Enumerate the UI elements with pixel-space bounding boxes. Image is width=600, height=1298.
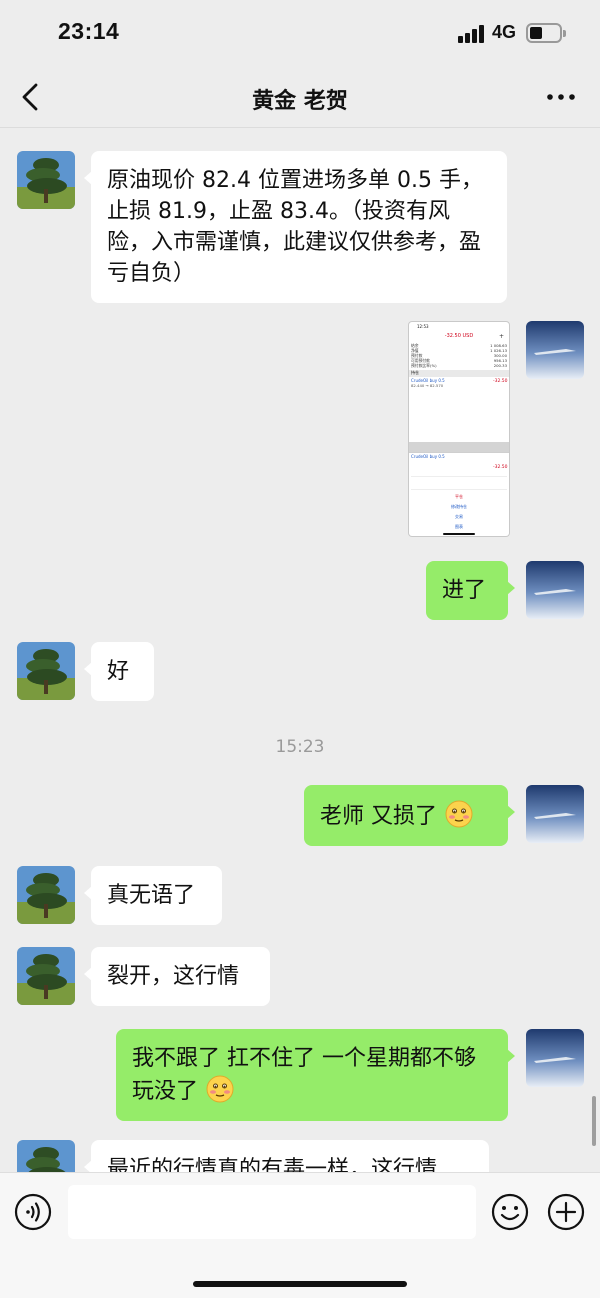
scrollbar[interactable] [592,1096,596,1146]
message-text: 最近的行情真的有毒一样，这行情 [107,1157,438,1172]
contact-avatar[interactable] [17,866,75,924]
message-bubble-in[interactable]: 裂开，这行情 [84,947,270,1006]
message-bubble-out[interactable]: 进了 [426,561,515,620]
shot-detail-name: CrudeOil buy 0.5 [411,454,445,459]
message-text: 原油现价 82.4 位置进场多单 0.5 手，止损 81.9，止盈 83.4。（… [107,168,483,286]
message-bubble-in[interactable]: 好 [84,642,154,701]
chat-header: 黄金 老贺 [0,66,600,128]
blush-emoji-icon [445,800,473,828]
shot-action: 图表 [455,524,463,529]
chat-title: 黄金 老贺 [252,89,348,114]
shot-row-label: 预付款比率(%) [411,363,437,368]
more-dots-icon[interactable] [544,85,578,109]
message-bubble-out[interactable]: 我不跟了 扛不住了 一个星期都不够玩没了 [116,1029,515,1121]
signal-icon [458,25,486,43]
message-bubble-in[interactable]: 真无语了 [84,866,222,925]
shot-row-value: 200.33 [493,363,507,368]
message-list[interactable]: 原油现价 82.4 位置进场多单 0.5 手，止损 81.9，止盈 83.4。（… [0,129,600,1172]
input-bar [0,1172,600,1298]
shot-plus-icon: + [499,333,505,340]
trade-screenshot-image[interactable]: 12:53 -32.50 USD + 结余 1 008.63 净值 1 026.13… [408,321,510,537]
message-text: 真无语了 [107,883,196,908]
message-bubble-in[interactable]: 原油现价 82.4 位置进场多单 0.5 手，止损 81.9，止盈 83.4。（… [84,151,507,303]
contact-avatar[interactable] [17,642,75,700]
contact-avatar[interactable] [17,947,75,1005]
shot-time: 12:53 [417,324,429,329]
emoji-icon[interactable] [490,1192,530,1232]
shot-action: 修改持仓 [451,504,467,509]
status-bar: 23:14 4G [0,0,600,66]
blush-emoji-icon [206,1075,234,1103]
message-timestamp: 15:23 [275,737,325,757]
message-text: 进了 [442,578,487,603]
shot-header: -32.50 USD [444,333,474,339]
battery-icon [526,23,566,43]
status-time: 23:14 [58,18,120,44]
message-input[interactable] [68,1185,476,1239]
message-text: 老师 又损了 [320,804,437,829]
plus-icon[interactable] [546,1192,586,1232]
home-indicator[interactable] [193,1281,407,1287]
shot-action: 交易 [455,514,463,519]
shot-detail-pl: -32.50 [493,465,508,470]
my-avatar[interactable] [526,785,584,843]
my-avatar[interactable] [526,321,584,379]
message-bubble-out[interactable]: 老师 又损了 [304,785,515,846]
my-avatar[interactable] [526,1029,584,1087]
network-type: 4G [492,22,517,42]
shot-position-pl: -32.50 [493,379,508,384]
message-text: 裂开，这行情 [107,964,240,989]
my-avatar[interactable] [526,561,584,619]
shot-section: 持仓 [409,370,509,377]
contact-avatar[interactable] [17,151,75,209]
message-bubble-in[interactable]: 最近的行情真的有毒一样，这行情 [84,1140,489,1172]
contact-avatar[interactable] [17,1140,75,1172]
message-text: 我不跟了 扛不住了 一个星期都不够玩没了 [132,1046,476,1104]
shot-action: 平仓 [455,494,463,499]
message-text: 好 [107,659,130,684]
shot-position-sub: 82.440 → 82.570 [411,383,444,388]
voice-icon[interactable] [13,1192,53,1232]
